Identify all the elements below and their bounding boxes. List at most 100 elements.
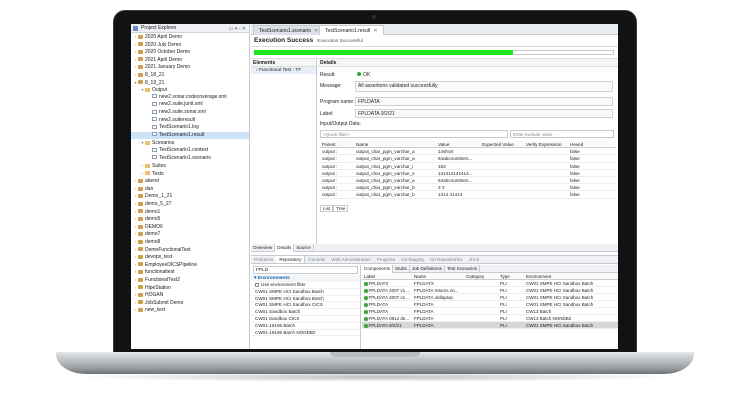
tree-item[interactable]: › 2020 October Demo — [131, 48, 249, 56]
column-header[interactable]: Expected Value — [480, 141, 524, 147]
tree-item[interactable]: › Demo_1_21 — [131, 192, 249, 200]
column-header[interactable]: Hexed — [568, 141, 614, 147]
tree-item[interactable]: › DemoFunctionalTest — [131, 246, 249, 254]
tree-item[interactable]: new2.sonar.codecoverage.xml — [131, 94, 249, 102]
checkbox-icon[interactable] — [255, 282, 259, 287]
tree-item[interactable]: › 2020 April Demo — [131, 33, 249, 41]
tree-item[interactable]: › demo_5_27 — [131, 200, 249, 208]
list-item[interactable]: CW01 SMPE HCI Sandbox CICS — [251, 302, 360, 310]
table-row[interactable]: output : output_char_pgm_varchar_b 1414 41… — [320, 191, 616, 199]
label-field[interactable]: FPLDATA 9/2/21 — [355, 109, 613, 118]
table-row[interactable]: FPLDATA 0812 de... FPLDATA PLI CW13 Batch N… — [362, 315, 618, 322]
exclude-filter-input[interactable]: Enter exclude value — [510, 130, 614, 138]
tab-job-definitions[interactable]: Job Definitions — [410, 265, 445, 273]
tab-overview[interactable]: Overview — [251, 244, 276, 252]
tree-item[interactable]: ▾ Scenarios — [131, 139, 249, 147]
environments-header[interactable]: ▾ Environments — [251, 275, 360, 282]
tab-web-administration[interactable]: Web Administration — [328, 256, 374, 263]
tree-item[interactable]: › HipeStation — [131, 284, 249, 292]
tree-item[interactable]: › demo7 — [131, 230, 249, 238]
tab-test-scenarios[interactable]: Test Scenarios — [445, 265, 481, 273]
close-icon[interactable]: ✕ — [373, 28, 377, 34]
table-row[interactable]: output : output_char_pgm_varchar_b 3 3 fals… — [320, 184, 616, 192]
column-header[interactable]: Verify Expression — [524, 141, 568, 147]
tab-details[interactable]: Details — [275, 244, 295, 252]
quick-filter-input[interactable]: <Quick filter> — [320, 130, 508, 138]
tree-item[interactable]: › dan — [131, 185, 249, 193]
column-header[interactable]: Category — [464, 273, 498, 279]
table-row[interactable]: FPLDATA FPLDATA PLI CW13 Batch — [362, 308, 618, 315]
tree-item[interactable]: TestScenario1.log — [131, 124, 249, 132]
table-row[interactable]: FPLDATA 2007 v1... FPLDATA oldlaptop PLI CW… — [362, 294, 618, 301]
message-field[interactable]: All assertions validated successfully — [355, 81, 613, 92]
tree-item[interactable]: › demo5 — [131, 215, 249, 223]
tree-item[interactable]: › functionaltest — [131, 268, 249, 276]
list-item[interactable]: CW01 SMPE HCI Sandbox Batch — [251, 289, 360, 296]
tree-item[interactable]: › devops_test — [131, 253, 249, 261]
column-header[interactable]: Parent — [320, 141, 354, 147]
list-item[interactable]: CW01 Sandbox CICS — [251, 316, 360, 323]
tree-item[interactable]: ▾ 8_19_21 — [131, 79, 249, 87]
tab-list[interactable]: List — [320, 205, 334, 212]
table-row[interactable]: FPLDATA FPLDATA PLI CW01 SMPE HCI Sandbox B… — [362, 301, 618, 308]
tree-item[interactable]: › FunctionalTest2 — [131, 276, 249, 284]
env-filter-checkbox[interactable]: Use environment filter — [251, 282, 360, 289]
table-row[interactable]: FPLDATA 2007 v1... FPLDATA returns on... P… — [362, 287, 618, 294]
tab-stubs[interactable]: Stubs — [393, 265, 410, 273]
table-row[interactable]: output : output_char_pgm_varchar_a 64abcnu… — [320, 177, 616, 185]
table-row[interactable]: FPLDATX FPLDATX PLI CW01 SMPE HCI Sandbox B… — [362, 280, 618, 287]
tab-tree[interactable]: Tree — [333, 205, 349, 212]
tab-console[interactable]: Console — [305, 256, 328, 263]
tab-git-repositories[interactable]: Git Repositories — [427, 256, 466, 263]
list-item[interactable]: CW01-16196 Batch NONDB2 — [251, 330, 360, 337]
program-field[interactable]: FPLDATA — [355, 97, 613, 106]
tree-item[interactable]: new2.suite.junit.xml — [131, 101, 249, 109]
column-header[interactable]: Name — [354, 141, 436, 147]
tree-item[interactable]: › HOGAN — [131, 291, 249, 299]
tree-item[interactable]: › 2021 April Demo — [131, 56, 249, 64]
list-item[interactable]: CW01 Sandbox Batch — [251, 309, 360, 316]
column-header[interactable]: Environment — [524, 273, 618, 279]
table-row[interactable]: output : output_char_pgm_varchar_a 14short… — [320, 148, 616, 156]
tree-item[interactable]: › abend — [131, 177, 249, 185]
repository-search-input[interactable]: FPLD — [253, 266, 358, 274]
tree-item[interactable]: › EmployeeDICSPipeline — [131, 261, 249, 269]
tab-progress[interactable]: Progress — [374, 256, 398, 263]
tree-item[interactable]: new2.suiteresult — [131, 117, 249, 125]
column-header[interactable]: Value — [436, 141, 480, 147]
tree-item[interactable]: › 8_18_21 — [131, 71, 249, 79]
table-row[interactable]: output : output_char_pgm_varchar_a 64abcnu… — [320, 155, 616, 163]
column-header[interactable]: Label — [362, 273, 412, 279]
tree-item[interactable]: › new_test — [131, 306, 249, 314]
table-row[interactable]: FPLDATA 9/2/21 FPLDATA PLI CW01 SMPE HCI Sa… — [362, 322, 618, 329]
column-header[interactable]: Name — [412, 273, 464, 279]
tree-item[interactable]: › demo8 — [131, 238, 249, 246]
tab-scenario[interactable]: TestScenario1.scenario ✕ — [253, 25, 325, 35]
column-header[interactable]: Type — [498, 273, 524, 279]
tab-problems[interactable]: Problems — [251, 256, 276, 263]
list-item[interactable]: CW01 SMPE HCI Sandbox Batch — [251, 296, 360, 303]
tree-item[interactable]: ▾ Output — [131, 86, 249, 94]
tab-result[interactable]: TestScenario1.result ✕ — [319, 25, 384, 35]
tab-repository[interactable]: Repository — [276, 256, 306, 263]
tree-item[interactable]: › 2021 January Demo — [131, 63, 249, 71]
tree-item[interactable]: TestScenario1.scenario — [131, 155, 249, 163]
tree-item[interactable]: TestScenario1.result — [131, 131, 249, 140]
table-row[interactable]: output : output_char_pgm_varchar_s 1414141… — [320, 170, 616, 177]
tree-item[interactable]: TestScenario1.context — [131, 147, 249, 155]
close-icon[interactable]: ✕ — [314, 28, 318, 34]
element-item[interactable]: › Functional Test - TF — [251, 67, 316, 74]
tab-junit[interactable]: JUnit — [466, 256, 482, 263]
tree-item[interactable]: new2.suite.sonar.xml — [131, 109, 249, 117]
tree-item[interactable]: › JobSubmit Demo — [131, 299, 249, 307]
tree-item[interactable]: › demo1 — [131, 208, 249, 216]
tree-item[interactable]: › Suites — [131, 162, 249, 170]
tab-source[interactable]: Source — [294, 244, 314, 252]
tree-item[interactable]: › 2020 July Demo — [131, 41, 249, 49]
tree-item[interactable]: › DEMO6 — [131, 223, 249, 231]
tree-item[interactable]: › Tests — [131, 170, 249, 178]
tab-components[interactable]: Components — [362, 265, 394, 273]
list-item[interactable]: CW01-16196 Batch — [251, 323, 360, 330]
tab-git-staging[interactable]: Git Staging — [398, 256, 427, 263]
table-row[interactable]: output : output_char_pgm_varchar_i 333 fals… — [320, 163, 616, 170]
